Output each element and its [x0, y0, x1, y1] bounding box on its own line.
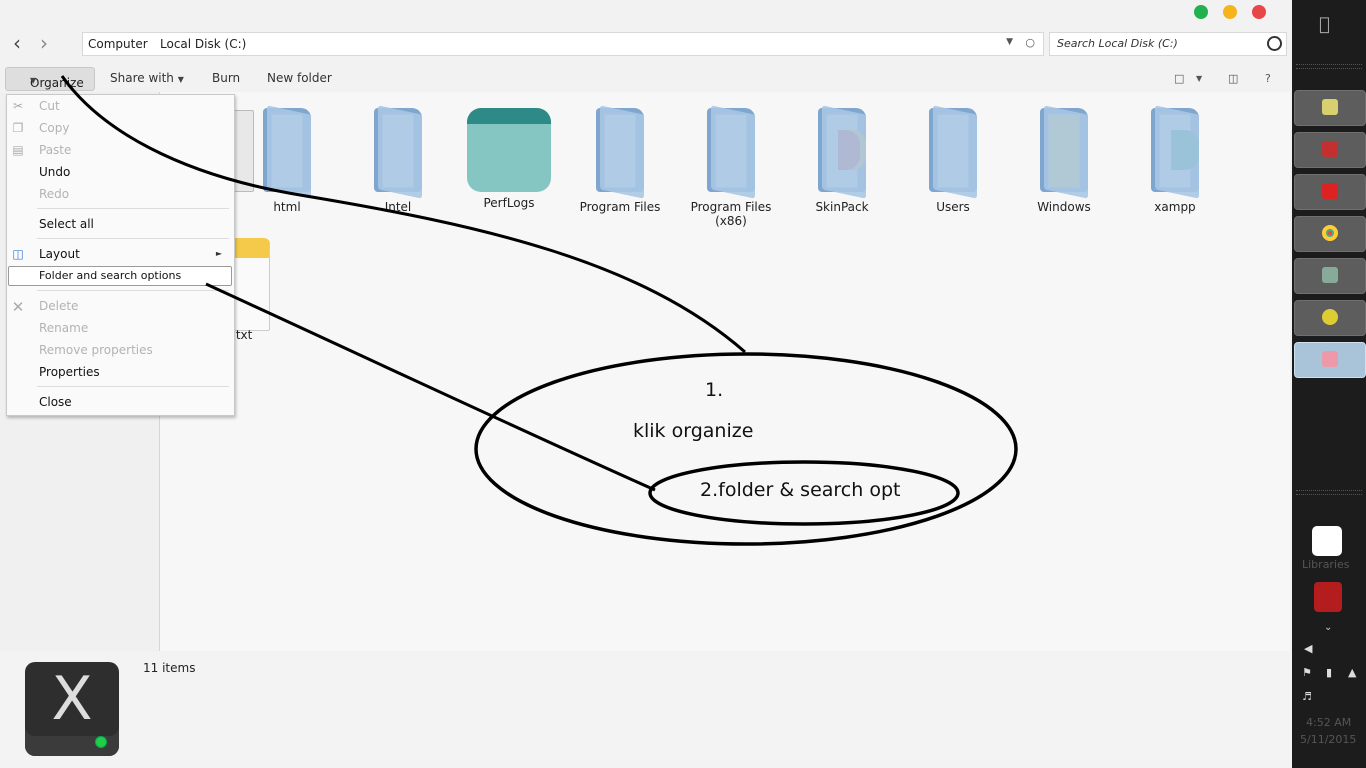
dock-app-media[interactable]: [1294, 300, 1366, 336]
signal-icon[interactable]: ▲: [1348, 666, 1356, 679]
chrome-icon: [1322, 225, 1338, 241]
battery-icon[interactable]: ▮: [1326, 666, 1332, 679]
annotation-ellipse-1: [474, 352, 1018, 546]
paint-icon: [1322, 351, 1338, 367]
dock-grip: [1296, 490, 1362, 495]
pdf-icon: [1322, 141, 1338, 157]
side-dock:  Libraries ⌄ ◀ ⚑ ▮ ▲ ♬ 4:52 AM 5/11/201…: [1292, 0, 1366, 768]
flag-icon[interactable]: ⚑: [1302, 666, 1312, 679]
apple-icon[interactable]: : [1319, 14, 1330, 35]
annotation-step1-text: klik organize: [633, 420, 754, 442]
dock-app-files[interactable]: [1294, 90, 1366, 126]
annotation-step1-number: 1.: [705, 379, 724, 401]
speaker-muted-icon[interactable]: ♬: [1302, 690, 1312, 703]
media-icon: [1322, 309, 1338, 325]
annotation-step2-text: 2.folder & search opt: [700, 479, 901, 501]
libraries-icon[interactable]: [1312, 526, 1342, 556]
dock-app-monitor[interactable]: [1294, 258, 1366, 294]
clock-time[interactable]: 4:52 AM: [1306, 716, 1351, 729]
annotation-arrow-1: [60, 75, 746, 354]
user-avatar[interactable]: [1314, 582, 1342, 612]
chevron-down-icon[interactable]: ⌄: [1324, 622, 1332, 633]
acrobat-icon: [1322, 183, 1338, 199]
annotation-layer: [60, 75, 1018, 546]
monitor-icon: [1322, 267, 1338, 283]
back-arrow-icon[interactable]: ◀: [1304, 642, 1312, 655]
annotation-arrow-2: [205, 282, 656, 492]
dock-app-acrobat[interactable]: [1294, 174, 1366, 210]
dock-grip: [1296, 64, 1362, 69]
dock-app-pdf[interactable]: [1294, 132, 1366, 168]
clock-date[interactable]: 5/11/2015: [1300, 733, 1356, 746]
libraries-label: Libraries: [1302, 558, 1350, 571]
explorer-window: ‹ › Computer Local Disk (C:) ▼ ○ Search …: [0, 0, 1292, 768]
dock-app-paint[interactable]: [1294, 342, 1366, 378]
files-icon: [1322, 99, 1338, 115]
dock-app-chrome[interactable]: [1294, 216, 1366, 252]
